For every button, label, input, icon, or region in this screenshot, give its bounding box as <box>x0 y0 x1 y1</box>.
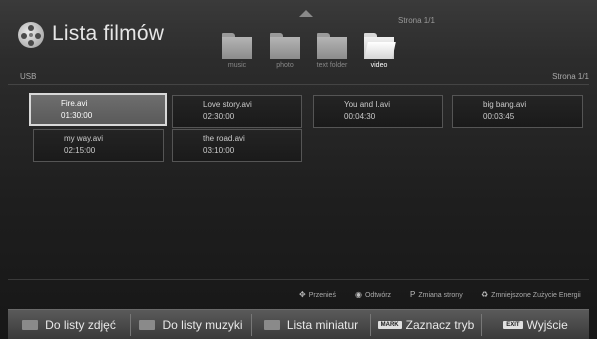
page-title: Lista filmów <box>52 22 165 45</box>
file-name: big bang.avi <box>483 100 527 109</box>
file-tile[interactable]: You and I.avi 00:04:30 <box>313 95 443 128</box>
bottom-bar: Do listy zdjęć Do listy muzyki Lista min… <box>8 309 589 339</box>
file-name: my way.avi <box>64 134 103 143</box>
exit-key-icon: EXIT <box>503 321 523 329</box>
file-duration: 00:04:30 <box>344 112 376 121</box>
file-name: You and I.avi <box>344 100 390 109</box>
divider <box>8 279 589 280</box>
mark-mode-button[interactable]: MARK Zaznacz tryb <box>371 310 481 339</box>
folder-label-video[interactable]: video <box>354 62 404 69</box>
file-name: Love story.avi <box>203 100 252 109</box>
folder-icon-music[interactable] <box>222 33 252 59</box>
folder-icon-text-folder[interactable] <box>317 33 347 59</box>
source-label: USB <box>20 72 37 81</box>
hint-energy: ♻ Zmniejszone Zużycie Energii <box>481 290 581 299</box>
file-tile[interactable]: big bang.avi 00:03:45 <box>452 95 583 128</box>
file-name: the road.avi <box>203 134 245 143</box>
hint-move: ✥ Przenieś <box>299 290 336 299</box>
exit-button[interactable]: EXIT Wyjście <box>482 310 589 339</box>
film-reel-icon <box>18 22 44 48</box>
folder-label-photo[interactable]: photo <box>260 62 310 69</box>
folder-label-text-folder[interactable]: text folder <box>307 62 357 69</box>
hint-open: ◉ Odtwórz <box>355 290 392 299</box>
movie-list-screen: Lista filmów Strona 1/1 music photo text… <box>0 0 597 339</box>
file-duration: 01:30:00 <box>61 111 93 120</box>
file-duration: 03:10:00 <box>203 146 235 155</box>
file-duration: 00:03:45 <box>483 112 515 121</box>
green-key-icon <box>139 320 156 330</box>
file-tile[interactable]: my way.avi 02:15:00 <box>33 129 164 162</box>
file-tile[interactable]: Love story.avi 02:30:00 <box>172 95 302 128</box>
hint-page-change: P Zmiana strony <box>410 290 463 299</box>
thumbnail-list-button[interactable]: Lista miniatur <box>252 310 370 339</box>
red-key-icon <box>22 320 39 330</box>
scroll-up-icon[interactable] <box>299 10 313 17</box>
ok-button-icon: ◉ <box>355 290 362 299</box>
header: Lista filmów Strona 1/1 music photo text… <box>0 0 597 82</box>
folder-label-music[interactable]: music <box>212 62 262 69</box>
file-name: Fire.avi <box>61 99 88 108</box>
page-key-icon: P <box>410 290 416 299</box>
folder-icon-video[interactable] <box>364 33 396 59</box>
mark-key-icon: MARK <box>377 321 402 329</box>
divider <box>8 84 589 85</box>
page-indicator: Strona 1/1 <box>552 72 589 81</box>
folder-icon-photo[interactable] <box>270 33 300 59</box>
navigation-arrows-icon: ✥ <box>299 290 306 299</box>
page-indicator-top: Strona 1/1 <box>398 16 435 25</box>
yellow-key-icon <box>263 320 280 330</box>
photo-list-button[interactable]: Do listy zdjęć <box>8 310 130 339</box>
file-duration: 02:15:00 <box>64 146 96 155</box>
file-tile[interactable]: Fire.avi 01:30:00 <box>29 93 167 126</box>
energy-saving-icon: ♻ <box>481 290 489 299</box>
file-duration: 02:30:00 <box>203 112 235 121</box>
file-tile[interactable]: the road.avi 03:10:00 <box>172 129 302 162</box>
music-list-button[interactable]: Do listy muzyki <box>131 310 251 339</box>
